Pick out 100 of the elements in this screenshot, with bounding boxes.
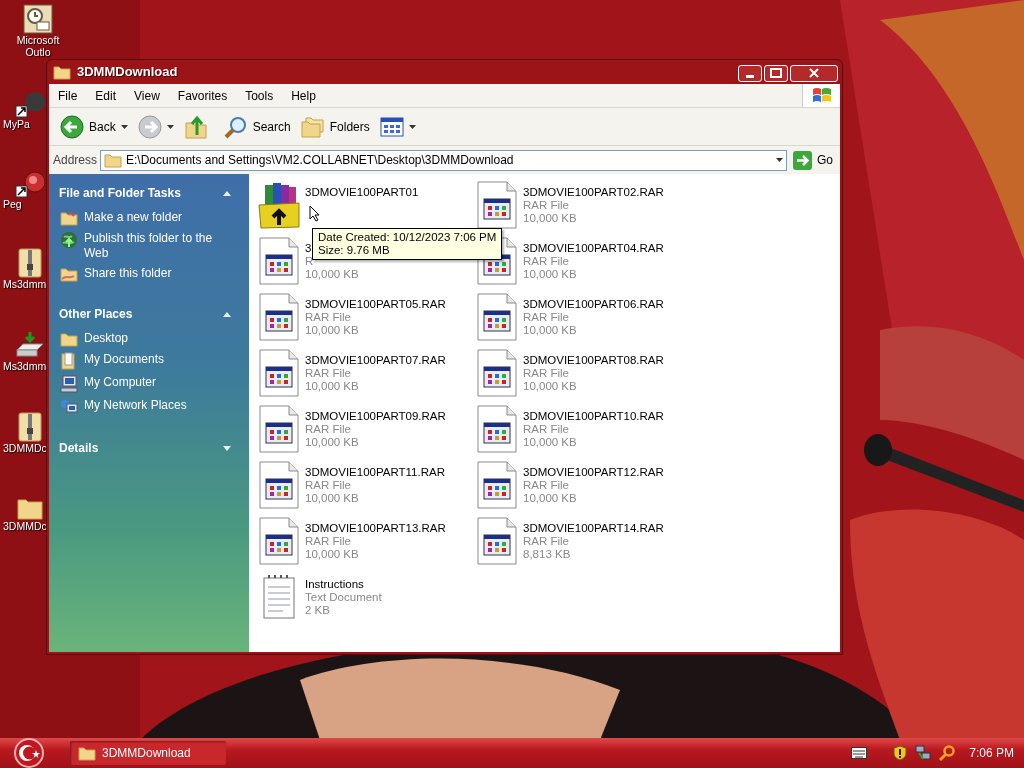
address-field[interactable]: E:\Documents and Settings\VM2.COLLABNET\Desktop\3DMMDownload (100, 149, 787, 171)
drive-icon (14, 330, 45, 360)
file-size: 10,000 KB (523, 492, 577, 505)
folder-up-icon (183, 114, 208, 139)
close-button[interactable] (790, 64, 838, 82)
file-type: RAR File (305, 423, 351, 436)
file-size: 10,000 KB (305, 380, 359, 393)
file-size: 8,813 KB (523, 548, 571, 561)
file-size: 10,000 KB (523, 380, 577, 393)
taskbar-button[interactable]: 3DMMDownload (70, 741, 226, 765)
file-type: RAR File (305, 479, 351, 492)
caret-icon (166, 124, 174, 129)
file-name: 3DMOVIE100PART10.RAR (523, 410, 664, 423)
task-link[interactable]: Publish this folder to the Web (84, 231, 224, 261)
file-type: RAR File (523, 255, 569, 268)
windows-flag-icon (811, 86, 832, 105)
cursor-icon (309, 205, 320, 222)
file-type: RAR File (305, 311, 351, 324)
archive-books-icon (255, 181, 303, 229)
folder-icon (104, 152, 123, 168)
computer-icon (60, 375, 78, 393)
views-icon (379, 116, 404, 137)
menu-item[interactable]: View (125, 86, 169, 105)
file-size: 10,000 KB (523, 268, 577, 281)
file-name: 3DMOVIE100PART08.RAR (523, 354, 664, 367)
address-label: Address (53, 152, 98, 169)
file-name: 3DMOVIE100PART02.RAR (523, 186, 664, 199)
file-size: 10,000 KB (523, 436, 577, 449)
task-link[interactable]: Desktop (84, 331, 129, 346)
file-size: 10,000 KB (523, 212, 577, 225)
desktop-icon-label: 3DMMDc (3, 442, 47, 454)
search-button[interactable]: Search (220, 114, 294, 139)
menu-item[interactable]: Help (282, 86, 325, 105)
rar-file-icon (259, 405, 299, 453)
maximize-icon (770, 68, 782, 78)
file-type: RAR File (523, 535, 569, 548)
file-name: 3DMOVIE100PART01 (305, 186, 419, 199)
shield-icon[interactable] (893, 745, 908, 761)
minimize-icon (746, 74, 754, 78)
file-name: 3DMOVIE100PART06.RAR (523, 298, 664, 311)
network-icon (60, 398, 78, 416)
rar-file-icon (477, 349, 517, 397)
maximize-button[interactable] (764, 64, 788, 82)
menu-item[interactable]: Tools (236, 86, 283, 105)
file-name: Instructions (305, 578, 364, 591)
close-icon (809, 68, 819, 78)
zip-folder-icon (17, 248, 42, 278)
folders-icon (300, 115, 325, 138)
folder-icon (78, 745, 96, 761)
keyboard-icon[interactable] (851, 747, 868, 759)
folder-icon (60, 210, 78, 226)
collapse-chevron-icon[interactable] (223, 190, 231, 196)
desktop-icon-label: Ms3dmm (3, 278, 47, 290)
menu-item[interactable]: File (49, 86, 87, 105)
shortcut-icon (14, 168, 45, 198)
search-icon[interactable] (939, 745, 956, 761)
rar-file-icon (259, 349, 299, 397)
tooltip-text: Size: 9.76 MB (318, 244, 391, 257)
rar-file-icon (259, 293, 299, 341)
caret-icon (776, 158, 783, 162)
file-name: 3DMOVIE100PART09.RAR (305, 410, 446, 423)
folder-icon (60, 331, 78, 347)
task-link[interactable]: Share this folder (84, 266, 172, 281)
file-name: 3DMOVIE100PART11.RAR (305, 466, 445, 479)
rar-file-icon (259, 517, 299, 565)
zip-folder-icon (17, 412, 42, 442)
desktop-icon-label: Peg (3, 198, 22, 210)
file-size: 10,000 KB (523, 324, 577, 337)
task-link[interactable]: My Network Places (84, 398, 187, 413)
back-button[interactable]: Back (57, 114, 131, 139)
rar-file-icon (477, 461, 517, 509)
minimize-button[interactable] (738, 64, 762, 82)
collapse-chevron-icon[interactable] (223, 311, 231, 317)
file-type: RAR File (523, 311, 569, 324)
file-type: R (305, 255, 314, 268)
search-icon (223, 114, 248, 139)
go-button[interactable]: Go (790, 150, 836, 170)
file-type: RAR File (305, 367, 351, 380)
task-pane-title[interactable]: File and Folder Tasks (59, 184, 181, 202)
menu-item[interactable]: Edit (86, 86, 126, 105)
network-icon[interactable] (915, 745, 932, 761)
window-title: 3DMMDownload (77, 63, 178, 82)
file-name: 3 (305, 242, 312, 255)
rar-file-icon (477, 517, 517, 565)
file-type: RAR File (305, 535, 351, 548)
documents-folder-icon (60, 352, 78, 370)
file-name: 3DMOVIE100PART05.RAR (305, 298, 446, 311)
task-link[interactable]: My Documents (84, 352, 165, 367)
menu-item[interactable]: Favorites (168, 86, 237, 105)
task-link[interactable]: Make a new folder (84, 210, 183, 225)
caret-icon (408, 124, 416, 129)
task-link[interactable]: My Computer (84, 375, 157, 390)
task-pane-title[interactable]: Other Places (59, 305, 133, 323)
calendar-icon (23, 4, 53, 34)
expand-chevron-icon[interactable] (223, 445, 231, 451)
file-type: RAR File (523, 367, 569, 380)
tooltip-text: Date Created: 10/12/2023 7:06 PM (318, 231, 497, 244)
start-button[interactable] (12, 738, 46, 768)
folders-button[interactable]: Folders (297, 115, 373, 138)
task-pane-title[interactable]: Details (59, 439, 99, 457)
